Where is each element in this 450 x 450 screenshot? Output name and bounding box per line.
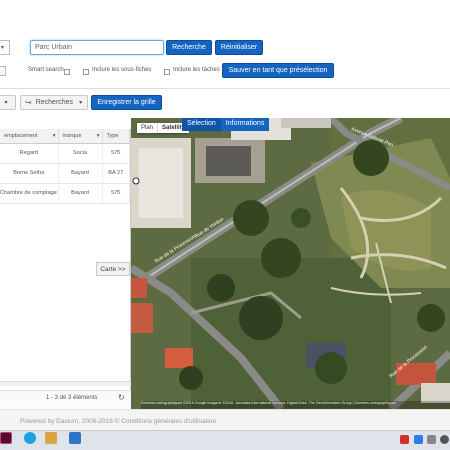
dropbox-tray-icon[interactable] <box>414 435 423 444</box>
column-header-emplacement[interactable]: emplacement ▾ <box>0 129 59 144</box>
column-header-type[interactable]: Type <box>102 129 130 144</box>
map-panel[interactable]: Rue de la Procession Rue de Verdun Avenu… <box>131 118 450 409</box>
map-attribution: Données cartographiques ©2016 Google Ima… <box>141 401 450 409</box>
include-tasks-label: Inclure les tâches <box>173 67 220 73</box>
chevron-down-icon: ▾ <box>52 132 56 139</box>
searches-button[interactable]: ↪ Recherches ▾ <box>20 95 88 110</box>
filter-dropdown-stub[interactable]: ▾ <box>0 40 10 55</box>
settings-tray-icon[interactable] <box>440 435 449 444</box>
table-row[interactable]: Chambre de comptage Bayard 575 <box>0 183 130 204</box>
searches-label: Recherches <box>35 99 74 106</box>
map-toggle-label: Carte >> <box>100 265 126 273</box>
taskbar <box>0 430 450 450</box>
map-toggle-button[interactable]: Carte >> <box>96 262 130 276</box>
export-button-stub[interactable]: ▾ <box>0 95 16 110</box>
save-preselection-button[interactable]: Sauver en tant que présélection <box>222 63 334 78</box>
table-cell: Socia <box>58 143 103 164</box>
results-table: emplacement ▾ marque ▾ Type Regard Socia… <box>0 129 130 204</box>
skype-app-icon[interactable] <box>24 432 36 444</box>
message-tray-icon[interactable] <box>427 435 436 444</box>
smart-search-label: Smart search <box>28 67 64 73</box>
photos-app-icon[interactable] <box>45 432 57 444</box>
table-cell: Chambre de comptage <box>0 183 59 204</box>
table-cell: 575 <box>102 143 130 164</box>
table-row[interactable]: Regard Socia 575 <box>0 143 130 164</box>
table-cell: Bayard <box>58 163 103 184</box>
search-input-value: Parc Urbain <box>35 44 72 51</box>
chevron-down-icon: ▾ <box>4 100 8 106</box>
table-cell: Bayard <box>58 183 103 204</box>
adobe-app-icon[interactable] <box>400 435 409 444</box>
indesign-app-icon[interactable] <box>0 432 12 444</box>
divider <box>0 88 450 89</box>
table-cell: Regard <box>0 143 59 164</box>
chevron-down-icon: ▾ <box>0 45 4 51</box>
grid-pager: 1 - 3 de 3 éléments ↻ <box>0 390 131 407</box>
reset-button[interactable]: Réinitialiser <box>215 40 263 55</box>
smart-search-checkbox[interactable] <box>64 69 70 75</box>
chevron-down-icon: ▾ <box>79 100 83 106</box>
share-icon: ↪ <box>25 98 32 107</box>
list-icon[interactable] <box>0 66 6 76</box>
search-button[interactable]: Recherche <box>166 40 212 55</box>
footer-bar: Powered by Daxium, 2006-2016 © Condition… <box>0 409 450 430</box>
map-info-tabs: Sélection Informations <box>182 118 270 131</box>
table-cell: BA 27 <box>102 163 130 184</box>
table-cell: 575 <box>102 183 130 204</box>
save-grid-button[interactable]: Enregistrer la grille <box>91 95 162 110</box>
search-input[interactable]: Parc Urbain <box>30 40 164 55</box>
table-header-row: emplacement ▾ marque ▾ Type <box>0 129 130 144</box>
tab-informations[interactable]: Informations <box>221 118 270 131</box>
include-tasks-checkbox[interactable] <box>164 69 170 75</box>
tab-selection[interactable]: Sélection <box>182 118 221 131</box>
include-subsheets-label: Inclure les sous-fiches <box>92 67 152 73</box>
table-cell: Borne Setha <box>0 163 59 184</box>
include-subsheets-checkbox[interactable] <box>83 69 89 75</box>
horizontal-scrollbar[interactable] <box>0 381 131 386</box>
satellite-map: Rue de la Procession Rue de Verdun Avenu… <box>131 118 450 409</box>
tab-plan[interactable]: Plan <box>137 123 158 133</box>
table-row[interactable]: Borne Setha Bayard BA 27 <box>0 163 130 184</box>
column-header-marque[interactable]: marque ▾ <box>58 129 103 144</box>
pager-text: 1 - 3 de 3 éléments <box>46 395 98 401</box>
refresh-icon[interactable]: ↻ <box>118 393 125 402</box>
chevron-down-icon: ▾ <box>96 132 100 139</box>
skype-business-app-icon[interactable] <box>69 432 81 444</box>
footer-text: Powered by Daxium, 2006-2016 © Condition… <box>20 418 217 425</box>
